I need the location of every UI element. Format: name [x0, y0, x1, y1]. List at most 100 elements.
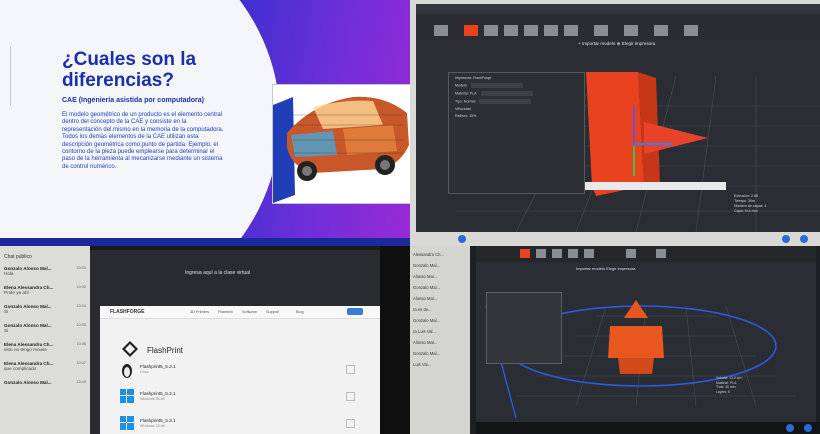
participant: ra Luis Val...: [413, 329, 436, 334]
dialog-row: Material: PLA: [455, 91, 578, 96]
nav-link[interactable]: Blog: [296, 310, 304, 314]
presentation-slide: ¿Cuales son la diferencias? CAE (Ingenie…: [0, 0, 410, 246]
start-icon[interactable]: [458, 235, 466, 243]
nav-link[interactable]: Filament: [218, 310, 233, 314]
slide-body: El modelo geométrico de un producto es e…: [62, 112, 224, 170]
model-actions-bar[interactable]: Importar modelo Elegir impresora: [576, 266, 635, 271]
download-button[interactable]: [346, 419, 355, 428]
download-button[interactable]: [346, 365, 355, 374]
dialog-label: Modelo: [455, 83, 467, 88]
chat-message: 10:00 Gonzalo Alonso Mal... Hola: [4, 266, 86, 276]
settings-dialog[interactable]: [486, 292, 562, 364]
printer-settings-dialog[interactable]: Impresora: FlashForge Modelo Material: P…: [448, 72, 585, 194]
windows-icon: [120, 416, 134, 430]
info-line: Capa: 9×4 mm: [734, 209, 758, 213]
chat-time: 10:09: [76, 380, 86, 384]
dialog-row: Relleno: 15%: [455, 114, 477, 118]
scale-icon[interactable]: [568, 249, 578, 258]
cut-icon[interactable]: [584, 249, 594, 258]
download-desc: Windows 64-bit: [140, 397, 165, 401]
signin-button[interactable]: [347, 308, 363, 315]
chat-name: Gonzalo Alonso Mal...: [4, 380, 52, 385]
slicer-toolbar: [416, 14, 820, 37]
slice-info: Volume: 12.0 cm³ Material: PLA Time: 40 …: [716, 376, 742, 394]
dialog-row: Tipo: Normal: [455, 99, 578, 104]
classroom-laptop: Chat público 10:00 Gonzalo Alonso Mal... H…: [0, 246, 410, 434]
participant: Alessandra Ch...: [413, 252, 444, 257]
nav-link[interactable]: Support: [266, 310, 279, 314]
download-button[interactable]: [346, 392, 355, 401]
product-title: FlashPrint: [147, 346, 184, 355]
chat-message: 10:09 Gonzalo Alonso Mal...: [4, 380, 86, 385]
chat-time: 10:05: [76, 323, 86, 327]
window-titlebar: [416, 4, 820, 14]
dialog-field[interactable]: [480, 91, 533, 96]
tray-icon[interactable]: [800, 235, 808, 243]
tray-icon[interactable]: [804, 424, 812, 432]
participants-panel: Alessandra Ch... Gonzalo Mal... Alonso M…: [410, 246, 470, 434]
nav-link[interactable]: Software: [242, 310, 257, 314]
participant: Luis Val...: [413, 362, 432, 367]
download-item: Flashprint5_5.3.1 Windows 32-bit: [118, 416, 368, 434]
car-cae-image: [272, 84, 410, 204]
add-model-icon[interactable]: [520, 249, 530, 258]
participant: Gonzalo Mal...: [413, 351, 440, 356]
monitor-toolbar: [476, 246, 816, 262]
download-desc: Linux: [140, 370, 149, 374]
participant: Alonso Mal...: [413, 296, 438, 301]
flashprint-logo-icon: [122, 341, 138, 357]
chat-time: 10:04: [76, 304, 86, 308]
move-icon[interactable]: [536, 249, 546, 258]
chat-time: 10:06: [76, 342, 86, 346]
slice-icon[interactable]: [626, 249, 636, 258]
download-name[interactable]: Flashprint5_5.3.1: [140, 418, 176, 423]
print-icon[interactable]: [656, 249, 666, 258]
rotate-icon[interactable]: [552, 249, 562, 258]
slicer-monitor: Alessandra Ch... Gonzalo Mal... Alonso M…: [410, 246, 820, 434]
slide-subtitle: CAE (Ingeniería asistida por computadora…: [62, 97, 204, 104]
side-toolbar: [0, 46, 11, 106]
participant: Gonzalo Mal...: [413, 285, 440, 290]
chat-message: 10:05 Gonzalo Alonso Mal... Si: [4, 323, 86, 333]
chat-message: 10:04 Gonzalo Alonso Mal... Si: [4, 304, 86, 314]
chat-message: 10:02 Elena Alessandra Ch... Profe ya ahí: [4, 285, 86, 295]
tray-icon[interactable]: [782, 235, 790, 243]
chat-message: 10:07 Elena Alessandra Ch... que complicad…: [4, 361, 86, 371]
participant: Gonzalo Mal...: [413, 263, 440, 268]
slide-bottom-bar: [0, 238, 410, 246]
laptop-edge: [380, 246, 410, 434]
linux-icon: [122, 364, 132, 378]
brand-logo[interactable]: FLASHFORGE: [110, 309, 144, 315]
nav-link[interactable]: 3D Printers: [190, 310, 209, 314]
laptop-screen: + Importar modelo ⊕ Elegir impresora Imp…: [416, 4, 820, 233]
chat-time: 10:00: [76, 266, 86, 270]
chat-text: Si: [4, 309, 9, 314]
download-name[interactable]: Flashprint5_5.3.1: [140, 391, 176, 396]
slicer-laptop: + Importar modelo ⊕ Elegir impresora Imp…: [410, 0, 820, 246]
slide-title: ¿Cuales son la diferencias?: [62, 49, 197, 91]
chat-text: que complicado: [4, 366, 37, 371]
chat-message: 10:06 Elena Alessandra Ch... esto no tengo…: [4, 342, 86, 352]
dialog-row: Impresora: FlashForge: [455, 76, 492, 80]
dialog-label: Material: PLA: [455, 91, 477, 96]
download-name[interactable]: Flashprint5_5.3.1: [140, 364, 176, 369]
dialog-label: Tipo: Normal: [455, 99, 476, 104]
chat-header: Chat público: [4, 254, 32, 260]
participant: Alonso Mal...: [413, 274, 438, 279]
model-actions-bar[interactable]: + Importar modelo ⊕ Elegir impresora: [578, 41, 655, 47]
tray-icon[interactable]: [786, 424, 794, 432]
windows-icon: [120, 389, 134, 403]
monitor-taskbar: [476, 422, 820, 434]
chat-panel: Chat público 10:00 Gonzalo Alonso Mal... H…: [0, 246, 90, 434]
car-cutaway-icon: [273, 96, 409, 203]
dialog-row: Velocidad: [455, 107, 471, 111]
participant: Alonso Mal...: [413, 340, 438, 345]
chat-time: 10:07: [76, 361, 86, 365]
dialog-field[interactable]: [479, 99, 532, 104]
dialog-field[interactable]: [470, 83, 523, 88]
info-line: Layers: 5: [716, 389, 730, 394]
participant: ra es de...: [413, 307, 432, 312]
class-banner[interactable]: Ingresa aquí a la clase virtual: [185, 270, 250, 276]
chat-text: Hola: [4, 271, 14, 276]
info-line: Volume: 12.0 cm³: [716, 376, 743, 380]
